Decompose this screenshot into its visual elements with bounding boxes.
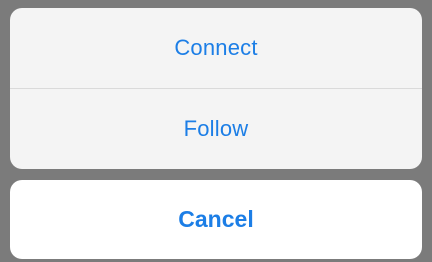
action-sheet-group: Connect Follow: [10, 8, 422, 169]
follow-button[interactable]: Follow: [10, 89, 422, 169]
cancel-button[interactable]: Cancel: [10, 180, 422, 259]
connect-button[interactable]: Connect: [10, 8, 422, 88]
